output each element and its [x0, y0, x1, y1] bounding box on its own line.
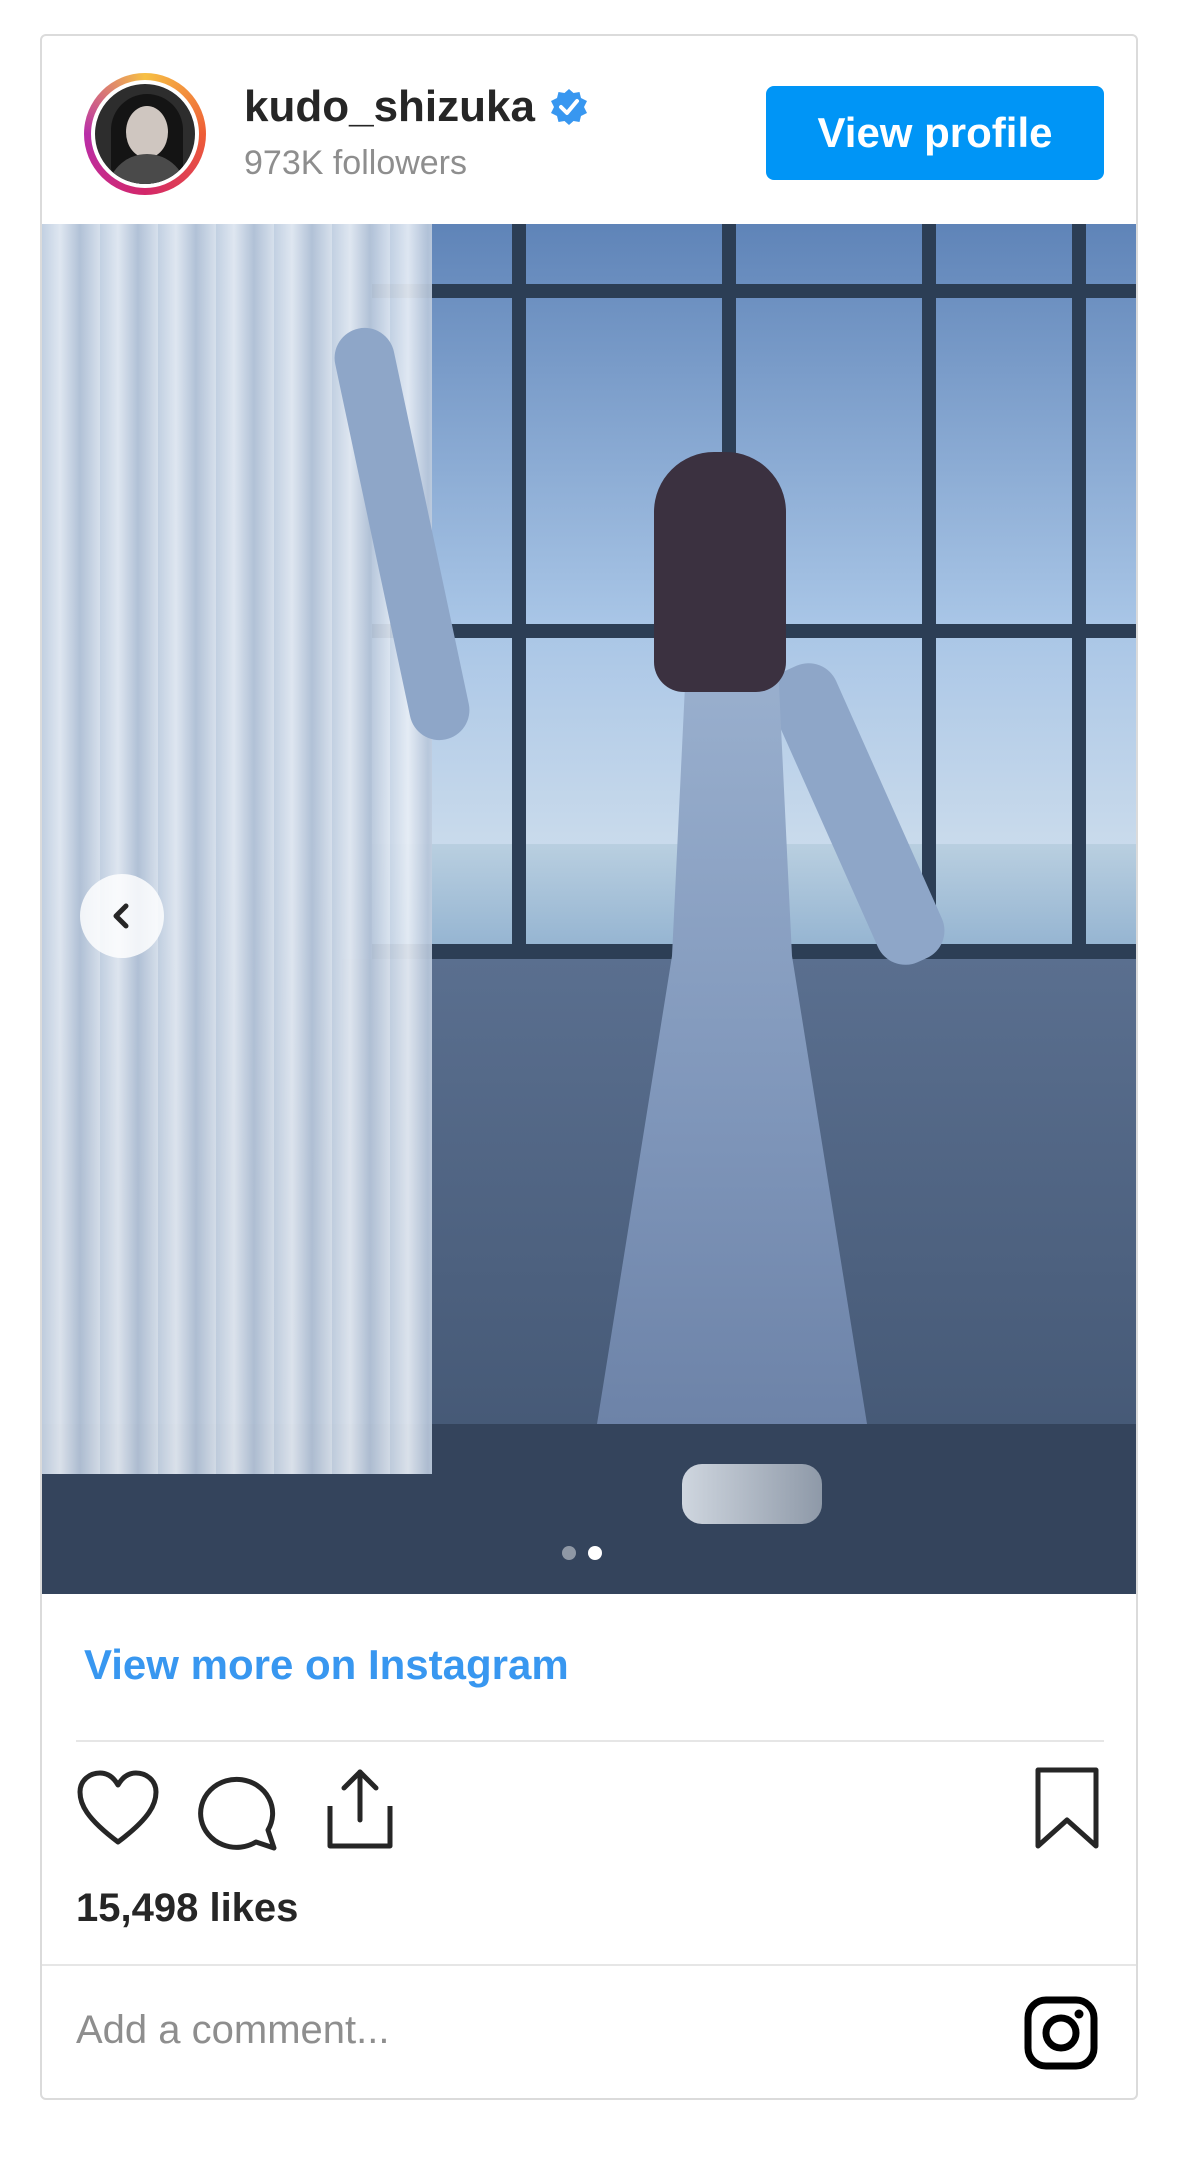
likes-count[interactable]: 15,498 likes	[76, 1886, 298, 1931]
window-frame	[1072, 224, 1086, 959]
view-profile-button[interactable]: View profile	[766, 86, 1104, 180]
instagram-embed-card: kudo_shizuka 973K followers View profile	[40, 34, 1138, 2100]
photo-figure-head	[654, 452, 786, 692]
post-header: kudo_shizuka 973K followers View profile	[42, 36, 1136, 224]
avatar-image	[91, 80, 199, 188]
comment-bubble-icon[interactable]	[198, 1768, 282, 1852]
divider	[76, 1740, 1104, 1742]
view-more-link[interactable]: View more on Instagram	[84, 1641, 569, 1689]
post-photo[interactable]	[42, 224, 1136, 1594]
window-frame	[512, 224, 526, 959]
instagram-logo-icon[interactable]	[1024, 1996, 1098, 2070]
followers-count: 973K followers	[244, 144, 468, 182]
carousel-dot	[562, 1546, 576, 1560]
carousel-prev-button[interactable]	[80, 874, 164, 958]
comment-input[interactable]: Add a comment...	[76, 2008, 389, 2053]
verified-badge-icon	[550, 89, 587, 125]
action-bar	[42, 1764, 1136, 1864]
divider	[42, 1964, 1136, 1966]
heart-icon[interactable]	[76, 1770, 160, 1850]
window-frame	[372, 284, 1136, 298]
carousel-dot-active	[588, 1546, 602, 1560]
avatar[interactable]	[84, 73, 206, 195]
carousel-indicator	[562, 1546, 602, 1560]
window-frame	[922, 224, 936, 959]
bookmark-icon[interactable]	[1032, 1766, 1102, 1852]
username-text[interactable]: kudo_shizuka	[244, 82, 535, 132]
chevron-left-icon	[113, 903, 129, 929]
share-icon[interactable]	[318, 1766, 402, 1852]
username[interactable]: kudo_shizuka	[244, 82, 589, 132]
photo-figure-shoes	[682, 1464, 822, 1524]
